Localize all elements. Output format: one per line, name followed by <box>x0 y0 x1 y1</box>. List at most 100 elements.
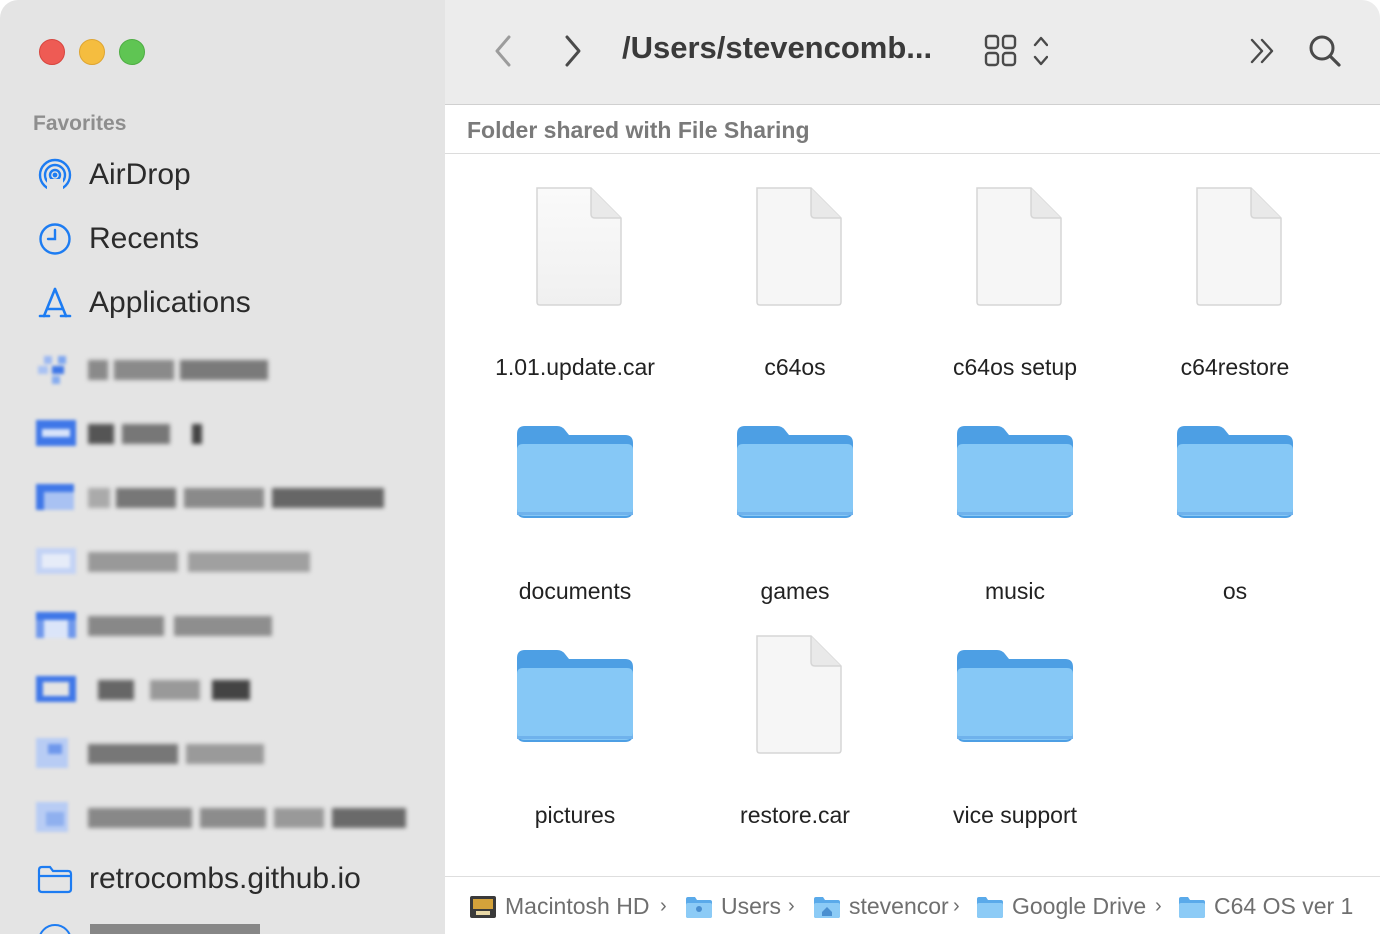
path-bar: Macintosh HD › Users › stevencor › Googl… <box>445 876 1380 934</box>
file-item[interactable]: restore.car <box>685 632 905 856</box>
grid-view-icon <box>984 34 1048 67</box>
file-item[interactable]: c64os <box>685 184 905 408</box>
file-item[interactable]: c64os setup <box>905 184 1125 408</box>
file-grid: 1.01.update.car c64os c64os setup c64res… <box>445 154 1380 876</box>
crumb-label: C64 OS ver 1 <box>1214 893 1354 919</box>
folder-item[interactable]: games <box>685 408 905 632</box>
path-crumb-home[interactable]: stevencor <box>813 893 949 920</box>
sidebar-item-retrocombs[interactable]: retrocombs.github.io <box>36 855 361 903</box>
folder-name: music <box>984 578 1046 604</box>
file-name: restore.car <box>740 802 850 828</box>
shared-folder-banner: Folder shared with File Sharing <box>445 105 1380 154</box>
redacted-label <box>88 360 268 380</box>
more-toolbar-button[interactable] <box>1238 26 1288 76</box>
redacted-icon <box>36 354 76 384</box>
folder-icon <box>465 632 685 792</box>
redacted-label <box>88 488 384 508</box>
chevron-right-icon <box>565 35 581 67</box>
folder-item[interactable]: music <box>905 408 1125 632</box>
close-window-button[interactable] <box>39 39 65 65</box>
folder-icon <box>685 408 905 568</box>
document-icon <box>685 184 905 344</box>
path-crumb-macintosh-hd[interactable]: Macintosh HD <box>469 893 649 920</box>
redacted-icon <box>36 802 76 832</box>
redacted-label <box>88 680 250 700</box>
users-folder-icon <box>686 896 712 918</box>
document-icon <box>685 632 905 792</box>
clock-icon <box>36 220 74 258</box>
redacted-icon <box>36 610 76 640</box>
document-icon <box>465 184 685 344</box>
document-icon <box>905 184 1125 344</box>
path-crumb-c64-os[interactable]: C64 OS ver 1 <box>1178 893 1353 920</box>
folder-icon <box>1125 408 1345 568</box>
sidebar-item-label: retrocombs.github.io <box>89 862 361 895</box>
crumb-label: stevencor <box>849 893 949 919</box>
file-item[interactable]: 1.01.update.car <box>465 184 685 408</box>
folder-icon <box>977 896 1003 918</box>
back-button[interactable] <box>478 26 528 76</box>
search-button[interactable] <box>1300 26 1350 76</box>
sidebar-item-redacted[interactable] <box>36 354 276 384</box>
redacted-label <box>88 808 406 828</box>
crumb-label: Macintosh HD <box>505 893 650 919</box>
shared-folder-text: Folder shared with File Sharing <box>467 117 810 143</box>
crumb-label: Users <box>721 893 782 919</box>
file-name: 1.01.update.car <box>495 354 655 380</box>
path-crumb-users[interactable]: Users <box>685 893 781 920</box>
sidebar-item-label: AirDrop <box>89 158 191 191</box>
chevron-right-icon: › <box>660 895 667 917</box>
folder-name: games <box>760 578 830 604</box>
folder-name: pictures <box>534 802 616 828</box>
partial-sidebar-icon <box>38 924 72 934</box>
sidebar-item-redacted[interactable] <box>36 418 236 448</box>
redacted-icon <box>36 482 76 512</box>
folder-icon <box>465 408 685 568</box>
sidebar-item-redacted[interactable] <box>36 802 416 832</box>
redacted-label <box>88 552 310 572</box>
minimize-window-button[interactable] <box>79 39 105 65</box>
file-name: c64os <box>764 354 826 380</box>
forward-button[interactable] <box>548 26 598 76</box>
sidebar-item-recents[interactable]: Recents <box>36 215 199 263</box>
view-mode-button[interactable] <box>973 26 1053 76</box>
folder-item[interactable]: pictures <box>465 632 685 856</box>
sidebar-item-applications[interactable]: Applications <box>36 279 251 327</box>
applications-icon <box>36 284 74 322</box>
folder-name: documents <box>518 578 632 604</box>
path-crumb-google-drive[interactable]: Google Drive <box>976 893 1146 920</box>
redacted-icon <box>36 418 76 448</box>
double-chevron-icon <box>1250 38 1274 64</box>
sidebar-item-label: Applications <box>89 286 251 319</box>
folder-name: vice support <box>952 802 1077 828</box>
folder-icon <box>905 408 1125 568</box>
redacted-label <box>88 616 272 636</box>
sidebar-item-redacted[interactable] <box>36 738 286 768</box>
favorites-section-title: Favorites <box>33 112 127 135</box>
chevron-right-icon: › <box>788 895 795 917</box>
sidebar-item-redacted[interactable] <box>36 674 266 704</box>
redacted-icon <box>36 546 76 576</box>
sidebar-item-redacted[interactable] <box>36 610 286 640</box>
file-name: c64restore <box>1180 354 1290 380</box>
partial-sidebar-label <box>90 924 260 934</box>
file-name: c64os setup <box>952 354 1078 380</box>
chevron-right-icon: › <box>1155 895 1162 917</box>
document-icon <box>1125 184 1345 344</box>
folder-item[interactable]: vice support <box>905 632 1125 856</box>
toolbar: /Users/stevencomb... <box>445 0 1380 105</box>
sidebar-item-redacted[interactable] <box>36 546 326 576</box>
folder-item[interactable]: documents <box>465 408 685 632</box>
airdrop-icon <box>36 156 74 194</box>
sidebar-item-airdrop[interactable]: AirDrop <box>36 151 191 199</box>
folder-item[interactable]: os <box>1125 408 1345 632</box>
redacted-icon <box>36 738 76 768</box>
folder-icon <box>905 632 1125 792</box>
crumb-label: Google Drive <box>1012 893 1147 919</box>
sidebar-item-redacted[interactable] <box>36 482 396 512</box>
sidebar: Favorites AirDrop Recents Applications r… <box>0 0 446 934</box>
finder-window: Favorites AirDrop Recents Applications r… <box>0 0 1380 934</box>
chevron-left-icon <box>495 35 511 67</box>
file-item[interactable]: c64restore <box>1125 184 1345 408</box>
zoom-window-button[interactable] <box>119 39 145 65</box>
